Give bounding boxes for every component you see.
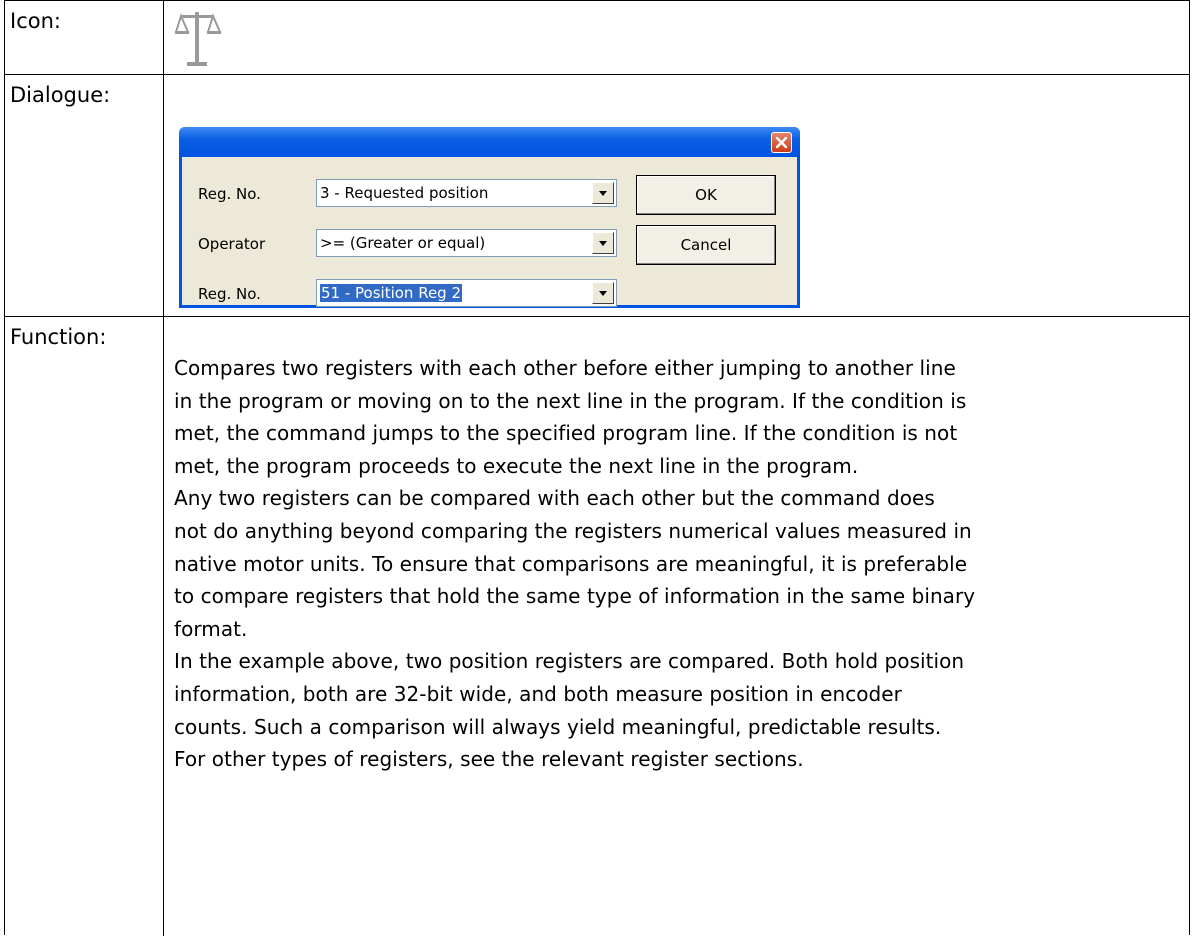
reg-no-label-2: Reg. No. <box>198 285 261 303</box>
dialog-body: Reg. No. 3 - Requested position Operator… <box>182 157 797 307</box>
function-line: Any two registers can be compared with e… <box>174 486 935 511</box>
chevron-down-icon[interactable] <box>592 232 614 254</box>
function-row-label: Function: <box>10 325 107 349</box>
operator-select-value: >= (Greater or equal) <box>320 234 486 252</box>
function-line: counts. Such a comparison will always yi… <box>174 714 942 739</box>
chevron-down-icon[interactable] <box>592 182 614 204</box>
reg-no-select-1-value: 3 - Requested position <box>320 184 489 202</box>
function-line: not do anything beyond comparing the reg… <box>174 518 972 543</box>
reg-no-select-2[interactable]: 51 - Position Reg 2 <box>316 279 617 307</box>
function-description: Compares two registers with each other b… <box>174 352 1184 776</box>
function-line: in the program or moving on to the next … <box>174 388 967 413</box>
function-line: Compares two registers with each other b… <box>174 356 956 380</box>
function-line: met, the program proceeds to execute the… <box>174 453 859 478</box>
ok-button[interactable]: OK <box>636 175 776 215</box>
icon-row-label: Icon: <box>10 9 61 33</box>
dialogue-row-label: Dialogue: <box>10 83 111 107</box>
reg-no-label-1: Reg. No. <box>198 185 261 203</box>
function-line: In the example above, two position regis… <box>174 649 965 674</box>
function-line: information, both are 32-bit wide, and b… <box>174 681 902 706</box>
function-line: For other types of registers, see the re… <box>174 747 804 772</box>
cancel-button[interactable]: Cancel <box>636 225 776 265</box>
dialog-title-bar <box>179 127 800 157</box>
row-divider-2 <box>4 316 1189 317</box>
function-line: format. <box>174 616 248 641</box>
operator-label: Operator <box>198 235 266 253</box>
row-divider-1 <box>4 74 1189 75</box>
close-button[interactable] <box>771 132 792 153</box>
function-line: met, the command jumps to the specified … <box>174 421 958 446</box>
chevron-down-icon[interactable] <box>592 282 614 304</box>
reg-no-select-1[interactable]: 3 - Requested position <box>316 179 617 207</box>
reg-no-select-2-value: 51 - Position Reg 2 <box>320 284 463 302</box>
scales-icon <box>173 6 247 70</box>
function-line: to compare registers that hold the same … <box>174 584 976 609</box>
function-line: native motor units. To ensure that compa… <box>174 551 968 576</box>
operator-select[interactable]: >= (Greater or equal) <box>316 229 617 257</box>
column-divider <box>163 0 164 936</box>
compare-registers-dialog: Reg. No. 3 - Requested position Operator… <box>179 127 800 308</box>
close-icon <box>775 136 788 149</box>
